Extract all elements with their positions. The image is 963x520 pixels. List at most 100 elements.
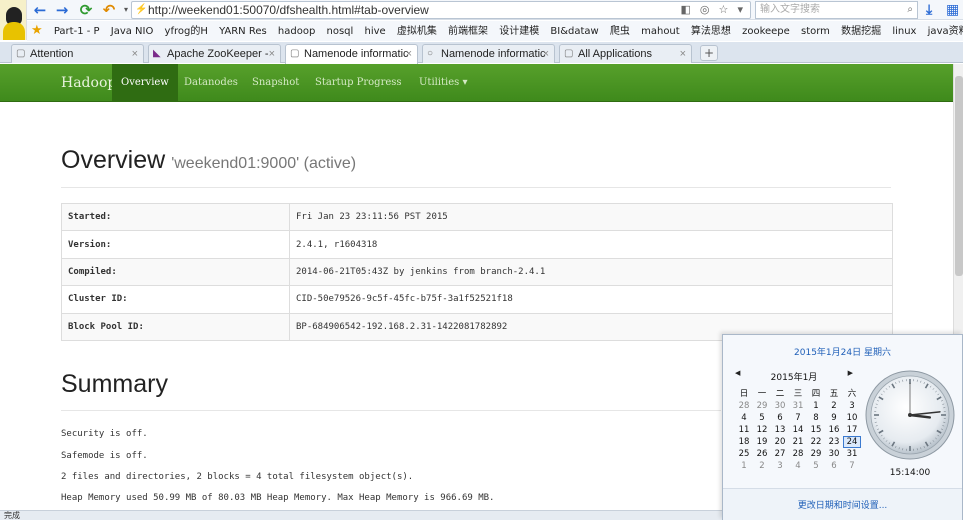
calendar-day[interactable]: 1 xyxy=(735,460,753,472)
nav-startup-progress[interactable]: Startup Progress xyxy=(306,64,411,102)
calendar-day[interactable]: 24 xyxy=(843,436,861,448)
close-icon[interactable]: × xyxy=(680,45,686,63)
bookmark-item[interactable]: hadoop xyxy=(278,22,315,41)
calendar-day[interactable]: 30 xyxy=(825,448,843,460)
calendar-day[interactable]: 3 xyxy=(843,400,861,412)
calendar-day[interactable]: 13 xyxy=(771,424,789,436)
tab-attention[interactable]: ▢ Attention × xyxy=(11,44,144,63)
calendar-day[interactable]: 20 xyxy=(771,436,789,448)
bookmark-item[interactable]: 数据挖掘 xyxy=(841,22,881,41)
bookmark-item[interactable]: Part-1 - P xyxy=(54,22,100,41)
avatar[interactable] xyxy=(0,0,27,40)
close-icon[interactable]: × xyxy=(269,45,275,63)
month-label[interactable]: 2015年1月 xyxy=(735,370,853,383)
scrollbar-thumb[interactable] xyxy=(955,76,963,276)
bookmark-item[interactable]: 前端框架 xyxy=(448,22,488,41)
calendar-day[interactable]: 2 xyxy=(753,460,771,472)
calendar-day[interactable]: 15 xyxy=(807,424,825,436)
calendar-day[interactable]: 17 xyxy=(843,424,861,436)
calendar-day[interactable]: 19 xyxy=(753,436,771,448)
bookmark-item[interactable]: 算法思想 xyxy=(691,22,731,41)
brand-logo[interactable]: Hadoop xyxy=(61,64,116,102)
calendar-day[interactable]: 9 xyxy=(825,412,843,424)
bookmark-item[interactable]: 设计建模 xyxy=(499,22,539,41)
tab-all-applications[interactable]: ▢ All Applications × xyxy=(559,44,692,63)
bookmark-item[interactable]: BI&dataw xyxy=(550,22,598,41)
calendar-day[interactable]: 5 xyxy=(753,412,771,424)
change-date-time-link[interactable]: 更改日期和时间设置... xyxy=(723,488,962,520)
bookmark-item[interactable]: java资料 xyxy=(928,22,963,41)
nav-datanodes[interactable]: Datanodes xyxy=(175,64,247,102)
bookmark-item[interactable]: yfrog的H xyxy=(165,22,208,41)
calendar-day[interactable]: 26 xyxy=(753,448,771,460)
close-icon[interactable]: × xyxy=(406,45,412,63)
tab-zookeeper[interactable]: ◣ Apache ZooKeeper - × xyxy=(148,44,281,63)
close-icon[interactable]: × xyxy=(132,45,138,63)
namenode-subtitle: 'weekend01:9000' (active) xyxy=(171,155,357,172)
download-icon[interactable]: ⤓ xyxy=(926,1,932,19)
bookmark-item[interactable]: Java NIO xyxy=(111,22,154,41)
calendar-day[interactable]: 14 xyxy=(789,424,807,436)
calendar-week-row: 4 5 6 7 8 9 10 xyxy=(735,412,861,424)
calendar-day[interactable]: 28 xyxy=(789,448,807,460)
calendar-day[interactable]: 12 xyxy=(753,424,771,436)
bookmark-item[interactable]: zookeepe xyxy=(742,22,790,41)
calendar-day[interactable]: 28 xyxy=(735,400,753,412)
calendar-day[interactable]: 4 xyxy=(789,460,807,472)
bookmark-item[interactable]: 虚拟机集 xyxy=(397,22,437,41)
calendar-day[interactable]: 29 xyxy=(753,400,771,412)
calendar-day[interactable]: 3 xyxy=(771,460,789,472)
star-icon[interactable]: ★ xyxy=(31,23,43,38)
calendar-date-link[interactable]: 2015年1月24日 星期六 xyxy=(723,345,962,358)
calendar-day[interactable]: 18 xyxy=(735,436,753,448)
forward-icon[interactable]: → xyxy=(53,1,71,19)
calendar-day[interactable]: 11 xyxy=(735,424,753,436)
tab-namenode[interactable]: ○ Namenode informatic × xyxy=(422,44,555,63)
refresh-icon[interactable]: ⟳ xyxy=(77,1,95,19)
search-icon[interactable]: ⌕ xyxy=(907,2,913,18)
page-icon: ▢ xyxy=(290,48,300,59)
calendar-day[interactable]: 1 xyxy=(807,400,825,412)
calendar-day[interactable]: 7 xyxy=(789,412,807,424)
back-icon[interactable]: ← xyxy=(31,1,49,19)
calendar-day[interactable]: 2 xyxy=(825,400,843,412)
calendar-day[interactable]: 6 xyxy=(771,412,789,424)
calendar-day[interactable]: 23 xyxy=(825,436,843,448)
nav-snapshot[interactable]: Snapshot xyxy=(243,64,308,102)
calendar-day[interactable]: 30 xyxy=(771,400,789,412)
calendar-day[interactable]: 31 xyxy=(789,400,807,412)
address-bar[interactable]: ⚡ http://weekend01:50070/dfshealth.html#… xyxy=(131,1,751,19)
calendar-day[interactable]: 27 xyxy=(771,448,789,460)
calendar-day[interactable]: 4 xyxy=(735,412,753,424)
calendar-day[interactable]: 7 xyxy=(843,460,861,472)
address-bar-icons[interactable]: ◧ ◎ ☆ ▾ xyxy=(680,2,746,18)
close-icon[interactable]: × xyxy=(543,45,549,63)
bookmark-item[interactable]: mahout xyxy=(641,22,680,41)
calendar-day[interactable]: 29 xyxy=(807,448,825,460)
calendar-day[interactable]: 6 xyxy=(825,460,843,472)
tab-label: Namenode informatic xyxy=(441,48,546,60)
bookmark-item[interactable]: 爬虫 xyxy=(610,22,630,41)
calendar-day[interactable]: 21 xyxy=(789,436,807,448)
next-month-icon[interactable]: ▶ xyxy=(848,369,853,377)
calendar-day[interactable]: 10 xyxy=(843,412,861,424)
calendar-day[interactable]: 22 xyxy=(807,436,825,448)
calendar-day[interactable]: 16 xyxy=(825,424,843,436)
calendar-day[interactable]: 8 xyxy=(807,412,825,424)
tab-namenode-active[interactable]: ▢ Namenode informatic × xyxy=(285,44,418,64)
new-tab-button[interactable]: + xyxy=(700,45,718,61)
apps-grid-icon[interactable]: ▦ xyxy=(946,1,959,19)
bookmark-item[interactable]: linux xyxy=(892,22,916,41)
bookmark-item[interactable]: hive xyxy=(364,22,385,41)
bookmark-item[interactable]: storm xyxy=(801,22,830,41)
tab-label: All Applications xyxy=(578,48,652,60)
bookmark-item[interactable]: nosql xyxy=(327,22,354,41)
calendar-day[interactable]: 31 xyxy=(843,448,861,460)
calendar-day[interactable]: 5 xyxy=(807,460,825,472)
calendar-day[interactable]: 25 xyxy=(735,448,753,460)
nav-overview[interactable]: Overview xyxy=(112,64,178,102)
nav-utilities[interactable]: Utilities ▾ xyxy=(410,64,477,102)
bookmark-item[interactable]: YARN Res xyxy=(219,22,267,41)
search-input[interactable]: 输入文字搜索 ⌕ xyxy=(755,1,918,19)
undo-icon[interactable]: ↶ xyxy=(100,1,118,19)
